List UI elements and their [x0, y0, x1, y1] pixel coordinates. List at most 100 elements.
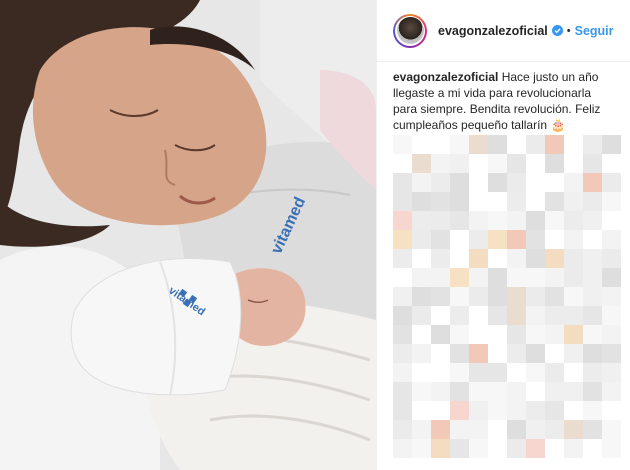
blur-pixel: [450, 420, 469, 439]
blur-pixel: [507, 306, 526, 325]
blur-pixel: [393, 249, 412, 268]
blur-pixel: [602, 211, 621, 230]
photo-illustration: vitamed vitamed: [0, 0, 376, 470]
blur-pixel: [545, 230, 564, 249]
blur-pixel: [450, 344, 469, 363]
blur-pixel: [488, 344, 507, 363]
post-photo[interactable]: vitamed vitamed: [0, 0, 376, 470]
blur-pixel: [526, 420, 545, 439]
blur-pixel: [583, 439, 602, 458]
blur-pixel: [602, 382, 621, 401]
blur-pixel: [564, 401, 583, 420]
blur-pixel: [393, 154, 412, 173]
blur-pixel: [488, 439, 507, 458]
blur-pixel: [602, 439, 621, 458]
username-link[interactable]: evagonzalezoficial: [438, 24, 548, 38]
blur-pixel: [564, 420, 583, 439]
blur-pixel: [469, 344, 488, 363]
blur-pixel: [526, 135, 545, 154]
blur-pixel: [412, 382, 431, 401]
blur-pixel: [526, 401, 545, 420]
blur-pixel: [583, 230, 602, 249]
blur-pixel: [431, 268, 450, 287]
blur-pixel: [583, 211, 602, 230]
blur-pixel: [526, 363, 545, 382]
blur-pixel: [564, 287, 583, 306]
blur-pixel: [545, 154, 564, 173]
follow-button[interactable]: Seguir: [575, 24, 614, 38]
blur-pixel: [469, 382, 488, 401]
blur-pixel: [507, 192, 526, 211]
blur-pixel: [602, 154, 621, 173]
blur-pixel: [526, 344, 545, 363]
blur-pixel: [507, 363, 526, 382]
blur-pixel: [393, 325, 412, 344]
blur-pixel: [431, 211, 450, 230]
blur-pixel: [526, 306, 545, 325]
blur-pixel: [412, 306, 431, 325]
blur-pixel: [393, 135, 412, 154]
pixelated-comments: [393, 135, 630, 470]
blur-pixel: [507, 344, 526, 363]
blur-pixel: [450, 382, 469, 401]
caption-username[interactable]: evagonzalezoficial: [393, 70, 498, 84]
post-sidebar: evagonzalezoficial • Seguir evagonzalezo…: [376, 0, 630, 470]
blur-pixel: [450, 173, 469, 192]
blur-pixel: [469, 135, 488, 154]
blur-pixel: [412, 192, 431, 211]
blur-pixel: [583, 325, 602, 344]
blur-pixel: [488, 420, 507, 439]
blur-pixel: [412, 211, 431, 230]
blur-pixel: [393, 268, 412, 287]
blur-pixel: [507, 268, 526, 287]
blur-pixel: [450, 439, 469, 458]
blur-pixel: [431, 344, 450, 363]
blur-pixel: [412, 325, 431, 344]
blur-pixel: [507, 211, 526, 230]
blur-pixel: [431, 249, 450, 268]
post-header: evagonzalezoficial • Seguir: [377, 0, 630, 62]
blur-pixel: [412, 154, 431, 173]
blur-pixel: [469, 211, 488, 230]
blur-pixel: [583, 192, 602, 211]
blur-pixel: [450, 401, 469, 420]
blur-pixel: [564, 249, 583, 268]
avatar[interactable]: [393, 13, 427, 48]
blur-pixel: [507, 135, 526, 154]
blur-pixel: [545, 287, 564, 306]
blur-pixel: [469, 401, 488, 420]
blur-pixel: [545, 344, 564, 363]
blur-pixel: [431, 230, 450, 249]
blur-pixel: [488, 268, 507, 287]
blur-pixel: [526, 173, 545, 192]
blur-pixel: [545, 382, 564, 401]
separator-dot: •: [566, 24, 571, 37]
blur-pixel: [545, 306, 564, 325]
blur-pixel: [602, 325, 621, 344]
blur-pixel: [583, 154, 602, 173]
blur-pixel: [507, 230, 526, 249]
blur-pixel: [602, 363, 621, 382]
blur-pixel: [412, 135, 431, 154]
blur-pixel: [469, 325, 488, 344]
blur-pixel: [431, 287, 450, 306]
blur-pixel: [393, 420, 412, 439]
blur-pixel: [526, 154, 545, 173]
blur-pixel: [469, 268, 488, 287]
blur-pixel: [488, 230, 507, 249]
blur-pixel: [545, 439, 564, 458]
blur-pixel: [602, 135, 621, 154]
blur-pixel: [450, 192, 469, 211]
blur-pixel: [412, 439, 431, 458]
blur-pixel: [545, 211, 564, 230]
blur-pixel: [583, 135, 602, 154]
blur-pixel: [583, 420, 602, 439]
blur-pixel: [602, 420, 621, 439]
blur-pixel: [583, 249, 602, 268]
blur-pixel: [602, 249, 621, 268]
blur-pixel: [488, 382, 507, 401]
blur-pixel: [431, 325, 450, 344]
blur-pixel: [507, 401, 526, 420]
blur-pixel: [583, 363, 602, 382]
blur-pixel: [469, 249, 488, 268]
